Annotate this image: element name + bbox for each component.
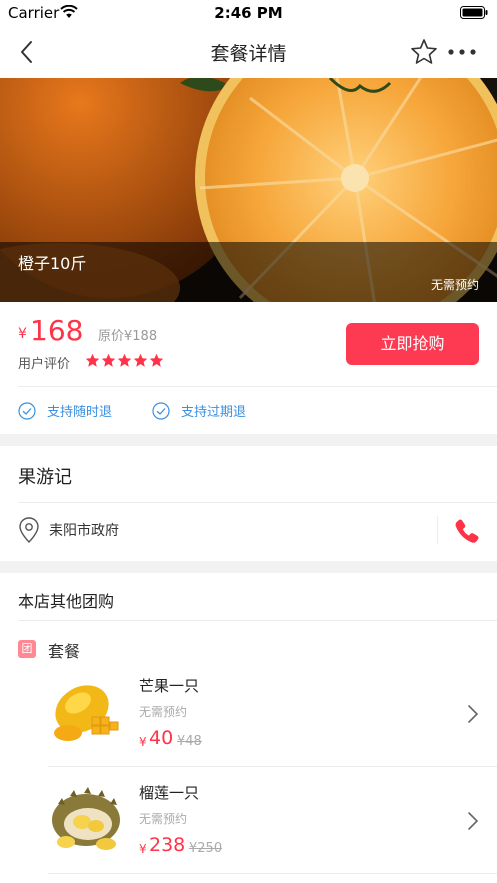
deal-item-mango[interactable]: 芒果一只 无需预约 ¥ 40 ¥48: [48, 671, 497, 777]
more-icon[interactable]: [447, 42, 477, 62]
product-title: 橙子10斤: [18, 254, 87, 273]
deal-original-price: ¥48: [177, 734, 202, 749]
status-bar: Carrier 2:46 PM: [0, 0, 497, 26]
star-outline-icon[interactable]: [409, 37, 439, 67]
deal-original-price: ¥250: [189, 841, 223, 856]
category-name: 套餐: [48, 642, 81, 661]
rating-star-icon: [117, 353, 132, 367]
rating-star-icon: [101, 353, 116, 367]
divider: [48, 766, 497, 767]
buy-now-button[interactable]: 立即抢购: [346, 323, 479, 365]
purchase-card: ¥ 168 原价¥188 用户评价 立即抢购 支持随时退 支持过期退: [0, 302, 497, 434]
vertical-divider: [437, 516, 438, 544]
battery-icon: [460, 6, 488, 19]
guarantee-refund-expired: 支持过期退: [152, 401, 246, 420]
rating-star-icon: [149, 353, 164, 367]
price-value: 168: [30, 314, 84, 347]
shop-address[interactable]: 耒阳市政府: [18, 517, 119, 543]
deal-name: 芒果一只: [139, 677, 200, 695]
guarantee-label: 支持过期退: [181, 405, 247, 420]
status-time: 2:46 PM: [214, 4, 283, 22]
check-circle-icon: [152, 401, 170, 420]
durian-image: [52, 787, 120, 850]
section-heading: 本店其他团购: [18, 592, 115, 611]
rating-label: 用户评价: [18, 357, 71, 372]
original-price: 原价¥188: [98, 329, 158, 344]
chevron-right-icon: [468, 705, 479, 723]
divider: [18, 502, 497, 503]
divider: [18, 620, 497, 621]
rating-stars: [85, 353, 164, 368]
price-currency: ¥: [18, 326, 27, 342]
deal-currency: ¥: [139, 842, 147, 856]
guarantee-label: 支持随时退: [47, 405, 113, 420]
shop-card: 果游记 耒阳市政府: [0, 446, 497, 561]
deal-name: 榴莲一只: [139, 784, 200, 802]
deal-item-durian[interactable]: 榴莲一只 无需预约 ¥ 238 ¥250: [48, 778, 497, 883]
deal-note: 无需预约: [139, 812, 188, 826]
nav-bar: 套餐详情: [0, 26, 497, 78]
divider: [18, 386, 497, 387]
rating-star-icon: [85, 353, 100, 367]
deal-currency: ¥: [139, 735, 147, 749]
deal-price: 238: [149, 834, 186, 856]
deal-price: 40: [149, 727, 174, 749]
other-deals-section: 本店其他团购 团 套餐 芒果一只 无需预约 ¥ 40 ¥48 榴莲一只 无需预约…: [0, 573, 497, 883]
location-pin-icon: [19, 517, 39, 543]
guarantee-refund-anytime: 支持随时退: [18, 401, 112, 420]
phone-icon[interactable]: [454, 518, 480, 544]
group-badge: 团: [18, 640, 36, 658]
hero-image: 橙子10斤 无需预约: [0, 78, 497, 302]
divider: [48, 873, 497, 874]
address-label: 耒阳市政府: [49, 523, 119, 539]
check-circle-icon: [18, 401, 36, 420]
rating-star-icon: [133, 353, 148, 367]
mango-image: [54, 685, 119, 741]
shop-name[interactable]: 果游记: [18, 463, 72, 489]
reservation-note: 无需预约: [430, 278, 479, 292]
chevron-right-icon: [468, 812, 479, 830]
deal-note: 无需预约: [139, 705, 188, 719]
